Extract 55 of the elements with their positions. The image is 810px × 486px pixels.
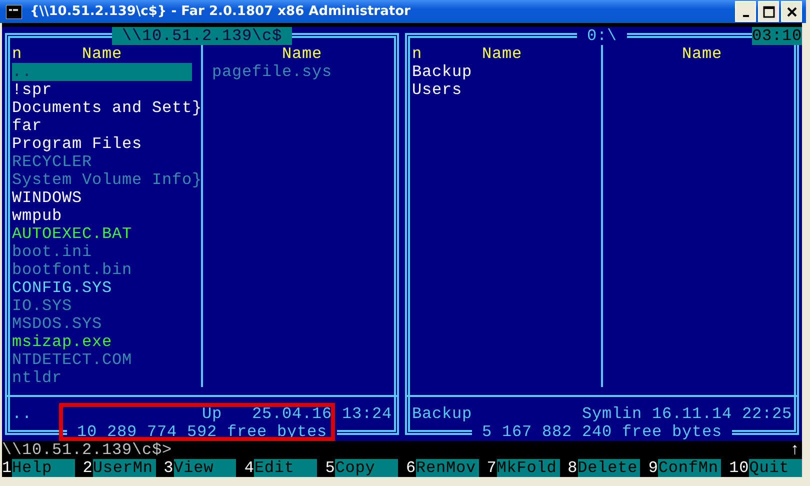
close-button[interactable] xyxy=(781,1,802,22)
file-entry[interactable]: !spr xyxy=(12,81,52,99)
free-space: 5 167 882 240 free bytes xyxy=(472,423,732,441)
function-key[interactable]: 1Help xyxy=(2,459,75,477)
file-entry[interactable]: NTDETECT.COM xyxy=(12,351,132,369)
command-line[interactable]: \\10.51.2.139\c$> xyxy=(2,441,172,459)
file-entry[interactable]: IO.SYS xyxy=(12,297,72,315)
file-entry[interactable]: boot.ini xyxy=(12,243,92,261)
status-type: Symlin xyxy=(582,405,642,423)
file-entry[interactable]: MSDOS.SYS xyxy=(12,315,102,333)
file-entry[interactable]: wmpub xyxy=(12,207,62,225)
file-entry[interactable]: bootfont.bin xyxy=(12,261,132,279)
panel-title: \\10.51.2.139\c$ xyxy=(112,27,292,45)
maximize-icon xyxy=(762,6,774,18)
file-entry[interactable]: System Volume Info} xyxy=(12,171,202,189)
file-entry[interactable]: WINDOWS xyxy=(12,189,82,207)
file-entry[interactable]: Users xyxy=(412,81,462,99)
column-header[interactable]: Name xyxy=(482,45,522,63)
function-key[interactable]: 5Copy xyxy=(325,459,398,477)
function-key[interactable]: 9ConfMn xyxy=(648,459,722,477)
file-entry[interactable]: far xyxy=(12,117,42,135)
function-key[interactable]: 3View xyxy=(164,459,236,477)
function-key[interactable]: 8Delete xyxy=(568,459,640,477)
file-entry[interactable]: ntldr xyxy=(12,369,62,387)
status-name: .. xyxy=(12,405,32,423)
status-type: Up xyxy=(202,405,223,423)
file-entry[interactable]: CONFIG.SYS xyxy=(12,279,112,297)
status-date: 16.11.14 22:25 xyxy=(652,405,792,423)
file-entry[interactable]: Backup xyxy=(412,63,472,81)
file-entry[interactable]: Documents and Sett} xyxy=(12,99,202,117)
function-key[interactable]: 2UserMn xyxy=(82,459,156,477)
close-icon xyxy=(786,6,796,16)
maximize-button[interactable] xyxy=(758,1,779,22)
status-date: 25.04.16 13:24 xyxy=(252,405,392,423)
column-header[interactable]: Name xyxy=(82,45,122,63)
minimize-button[interactable] xyxy=(735,1,756,22)
function-key[interactable]: 6RenMov xyxy=(406,459,479,477)
clock: 03:10 xyxy=(752,27,802,45)
file-entry[interactable]: AUTOEXEC.BAT xyxy=(12,225,132,243)
column-header[interactable]: Name xyxy=(282,45,322,63)
sort-mark: n xyxy=(12,45,22,63)
file-entry[interactable]: RECYCLER xyxy=(12,153,92,171)
minimize-icon xyxy=(742,14,748,16)
function-key[interactable]: 4Edit xyxy=(244,459,318,477)
sort-mark: n xyxy=(412,45,422,63)
scroll-indicator: ↑ xyxy=(790,441,801,459)
function-key[interactable]: 10Quit xyxy=(729,459,802,477)
status-name: Backup xyxy=(412,405,472,423)
file-entry[interactable]: Program Files xyxy=(12,135,142,153)
function-key[interactable]: 7MkFold xyxy=(486,459,560,477)
file-entry[interactable]: msizap.exe xyxy=(12,333,112,351)
window-title: {\\10.51.2.139\c$} - Far 2.0.1807 x86 Administrator xyxy=(30,4,410,19)
file-entry[interactable]: pagefile.sys xyxy=(212,63,332,81)
console-icon xyxy=(6,4,22,18)
column-header[interactable]: Name xyxy=(682,45,722,63)
